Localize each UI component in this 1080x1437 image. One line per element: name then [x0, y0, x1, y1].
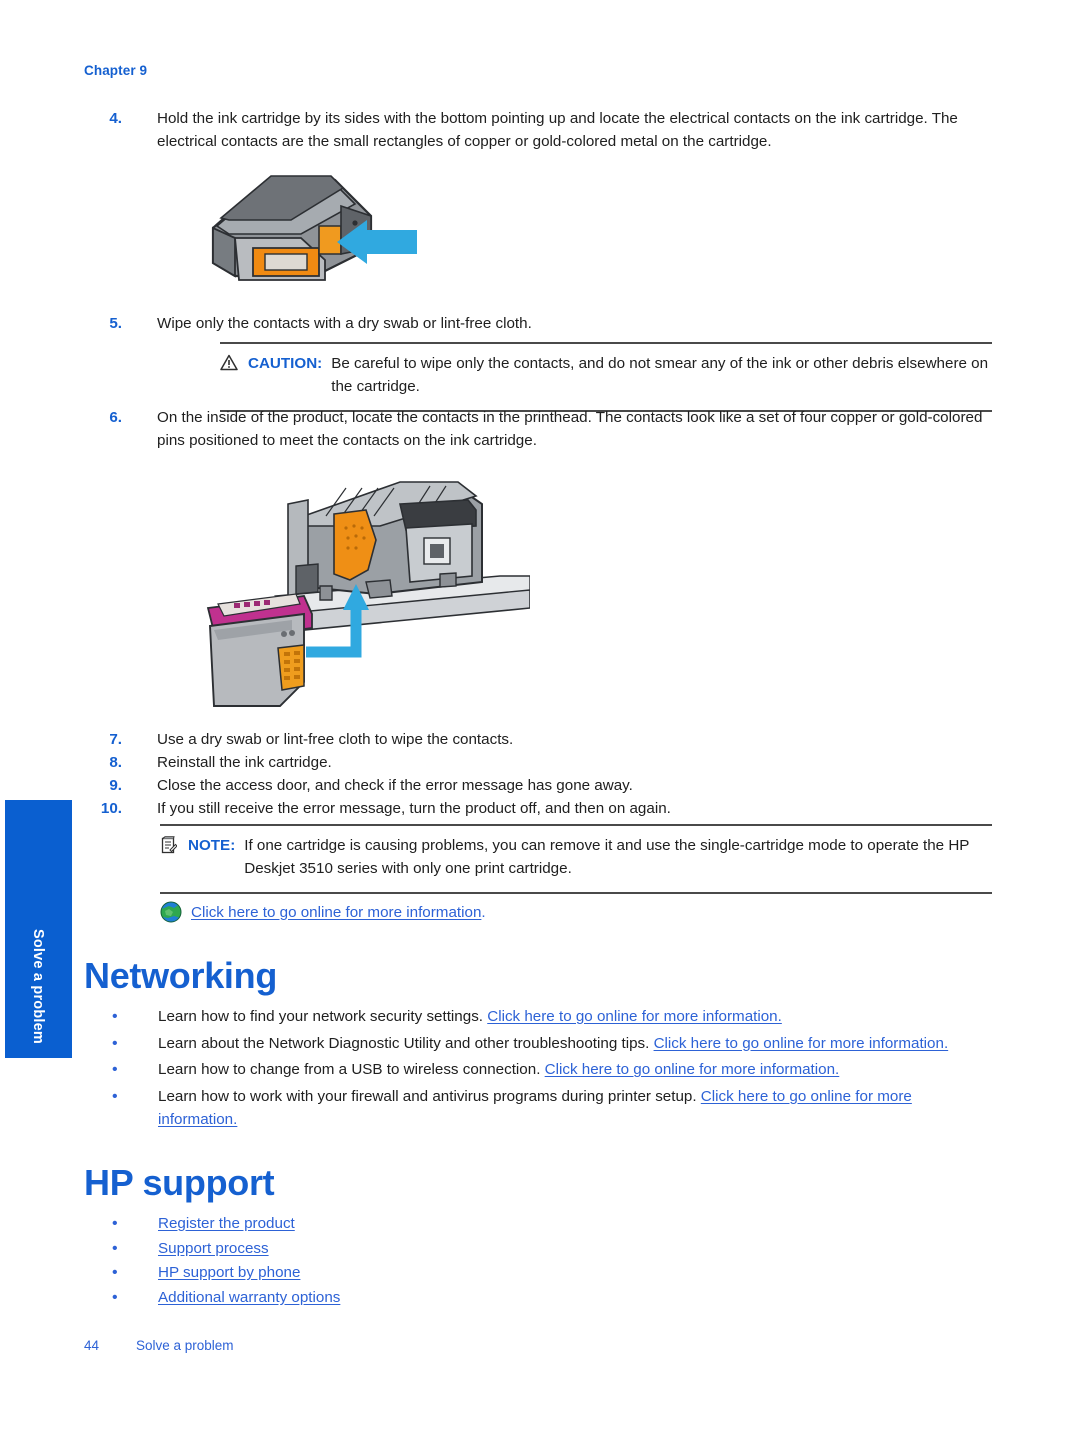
bullet-marker: •: [112, 1239, 118, 1257]
list-item: • Learn how to change from a USB to wire…: [112, 1058, 992, 1082]
hp-support-link-hp-support-by-phone[interactable]: HP support by phone: [158, 1261, 300, 1285]
notepad-icon: [160, 835, 184, 854]
page-title-networking: Networking: [84, 955, 278, 996]
online-info-link[interactable]: Click here to go online for more informa…: [654, 1035, 949, 1052]
note-text: If one cartridge is causing problems, yo…: [244, 837, 970, 877]
warning-triangle-icon: [220, 353, 244, 371]
side-tab-label: Solve a problem: [30, 928, 47, 1044]
step-text: Wipe only the contacts with a dry swab o…: [157, 315, 532, 332]
step-number: 5.: [109, 315, 122, 332]
list-item-lead: Learn how to find your network security …: [158, 1008, 488, 1025]
step-item-8: 8. Reinstall the ink cartridge.: [84, 751, 984, 774]
step-number: 10.: [100, 800, 122, 817]
step-number: 9.: [109, 777, 122, 794]
list-item-text: Learn how to change from a USB to wirele…: [158, 1058, 839, 1082]
hp-support-link-register-the-product[interactable]: Register the product: [158, 1212, 295, 1236]
chapter-label: Chapter 9: [84, 63, 148, 78]
list-item-text: Learn how to work with your firewall and…: [158, 1085, 992, 1132]
note-keyword: NOTE:: [188, 837, 236, 854]
step-text: Hold the ink cartridge by its sides with…: [157, 110, 958, 151]
list-item-lead: Learn how to work with your firewall and…: [158, 1087, 701, 1105]
page-title-hp-support: HP support: [84, 1162, 275, 1203]
step-text: Close the access door, and check if the …: [157, 777, 633, 794]
side-tab-solve-a-problem: Solve a problem: [5, 800, 72, 1058]
figure-printhead-contacts: [200, 470, 531, 720]
list-item-text: Learn about the Network Diagnostic Utili…: [158, 1032, 948, 1056]
step-item-6: 6. On the inside of the product, locate …: [84, 406, 984, 452]
step-number: 7.: [109, 731, 122, 748]
online-info-link[interactable]: Click here to go online for more informa…: [545, 1061, 840, 1078]
bullet-marker: •: [112, 1061, 118, 1079]
globe-icon: [160, 901, 182, 923]
networking-bullet-list: • Learn how to find your network securit…: [112, 1005, 992, 1135]
step-text: Use a dry swab or lint-free cloth to wip…: [157, 731, 514, 748]
hp-support-link-additional-warranty-options[interactable]: Additional warranty options: [158, 1286, 340, 1310]
online-info-link-period: .: [481, 903, 486, 921]
list-item-lead: Learn about the Network Diagnostic Utili…: [158, 1034, 654, 1052]
step-number: 8.: [109, 754, 122, 771]
hp-support-bullet-list: • Register the product • Support process…: [112, 1212, 712, 1310]
caution-box: CAUTION: Be careful to wipe only the con…: [220, 342, 992, 412]
bullet-marker: •: [112, 1087, 118, 1105]
step-text: Reinstall the ink cartridge.: [157, 754, 332, 771]
step-item-10: 10. If you still receive the error messa…: [84, 797, 984, 820]
list-item: • Learn how to work with your firewall a…: [112, 1085, 992, 1132]
step-number: 6.: [109, 409, 122, 426]
note-box: NOTE: If one cartridge is causing proble…: [160, 824, 992, 894]
step-text: On the inside of the product, locate the…: [157, 409, 983, 450]
hp-support-link-support-process[interactable]: Support process: [158, 1237, 269, 1261]
step-text: If you still receive the error message, …: [157, 800, 671, 817]
list-item-text: Learn how to find your network security …: [158, 1005, 782, 1029]
online-info-link[interactable]: Click here to go online for more informa…: [191, 904, 481, 921]
footer-section-title: Solve a problem: [136, 1338, 234, 1353]
list-item: • Register the product: [112, 1212, 712, 1236]
online-info-link[interactable]: Click here to go online for more informa…: [487, 1008, 782, 1025]
list-item: • Learn how to find your network securit…: [112, 1005, 992, 1029]
bullet-marker: •: [112, 1034, 118, 1052]
step-item-9: 9. Close the access door, and check if t…: [84, 774, 984, 797]
document-page: Chapter 9 4. Hold the ink cartridge by i…: [0, 0, 1080, 1437]
list-item: • Learn about the Network Diagnostic Uti…: [112, 1032, 992, 1056]
caution-text: Be careful to wipe only the contacts, an…: [331, 355, 989, 395]
step-item-5: 5. Wipe only the contacts with a dry swa…: [84, 312, 984, 335]
list-item-lead: Learn how to change from a USB to wirele…: [158, 1061, 545, 1079]
figure-ink-cartridge-contacts: [195, 168, 425, 293]
step-number: 4.: [109, 110, 122, 127]
list-item: • HP support by phone: [112, 1261, 712, 1285]
caution-keyword: CAUTION:: [248, 355, 323, 372]
page-footer: 44 Solve a problem: [84, 1338, 234, 1353]
step-item-7: 7. Use a dry swab or lint-free cloth to …: [84, 728, 984, 751]
bullet-marker: •: [112, 1008, 118, 1025]
list-item: • Additional warranty options: [112, 1286, 712, 1310]
online-info-link-row[interactable]: Click here to go online for more informa…: [160, 901, 486, 923]
footer-page-number: 44: [84, 1338, 100, 1353]
step-item-4: 4. Hold the ink cartridge by its sides w…: [84, 107, 984, 153]
bullet-marker: •: [112, 1264, 118, 1282]
list-item: • Support process: [112, 1237, 712, 1261]
bullet-marker: •: [112, 1215, 118, 1232]
bullet-marker: •: [112, 1288, 118, 1306]
